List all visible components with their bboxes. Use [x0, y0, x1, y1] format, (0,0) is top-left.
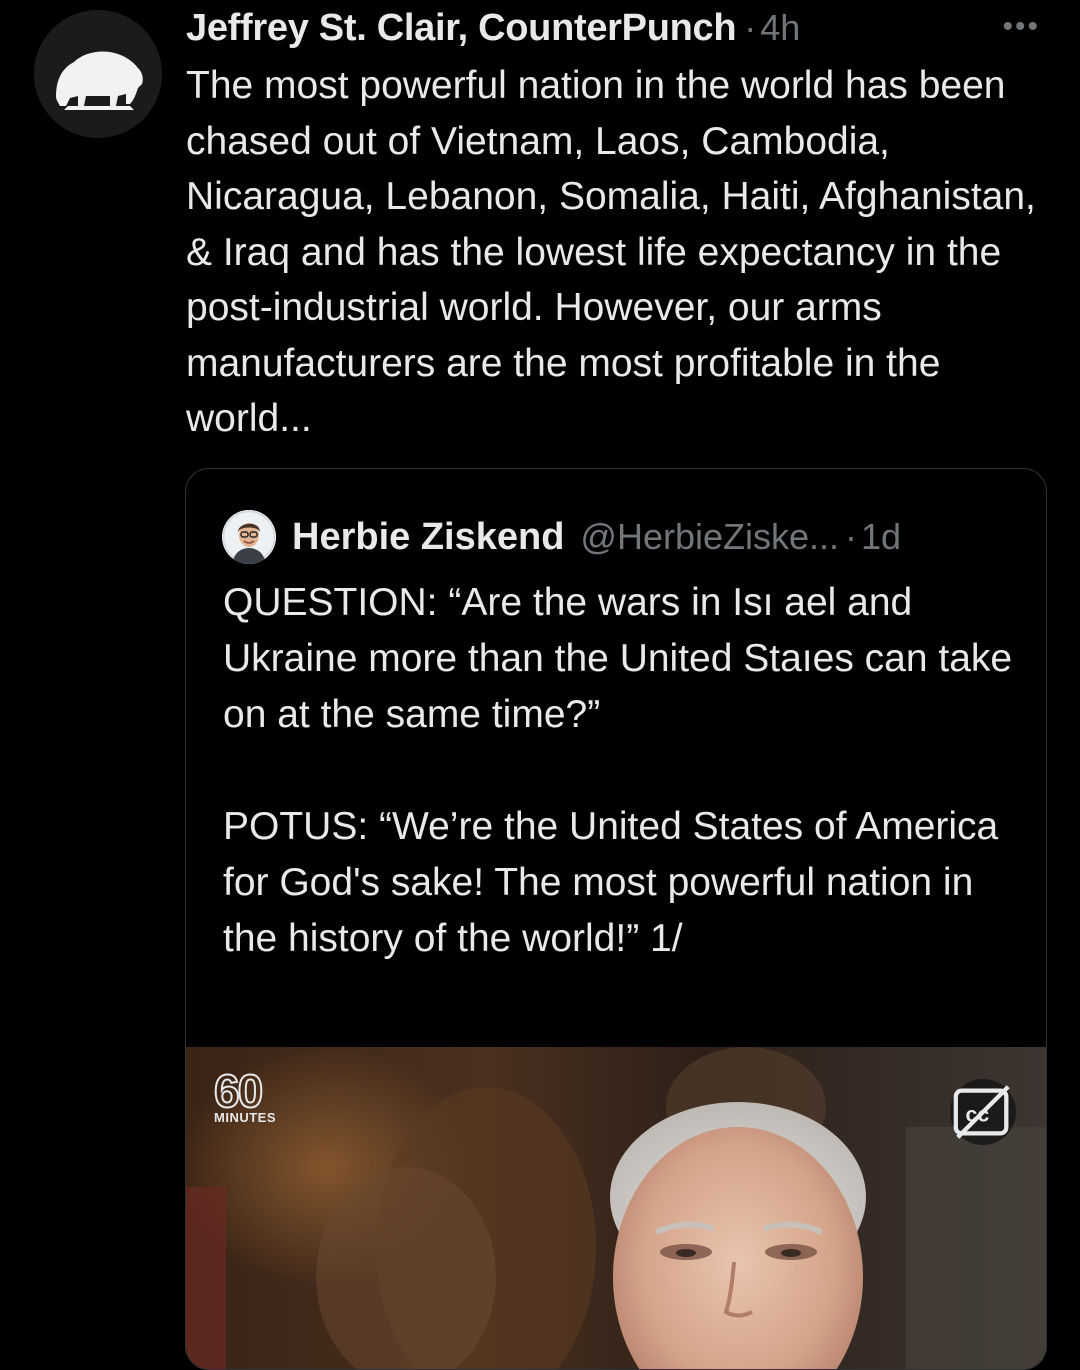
quoted-paragraph-question: QUESTION: “Are the wars in Isı ael and U…	[223, 581, 1013, 736]
quoted-tweet-card[interactable]: Herbie Ziskend @HerbieZiske... · 1d QUES…	[185, 468, 1047, 1370]
more-options-button[interactable]: •••	[1002, 12, 1040, 42]
video-media[interactable]: 60 MINUTES cc	[186, 1047, 1046, 1369]
closed-captions-off-icon: cc	[953, 1085, 1010, 1139]
sixty-minutes-logo: 60 MINUTES	[213, 1065, 276, 1125]
more-horizontal-icon: •••	[1002, 10, 1040, 43]
quoted-author-name[interactable]: Herbie Ziskend	[292, 516, 564, 559]
video-thumbnail	[186, 1047, 1046, 1369]
logo-text: MINUTES	[214, 1110, 276, 1125]
author-avatar[interactable]	[34, 10, 162, 138]
quoted-header-separator: ·	[845, 516, 858, 557]
quoted-author-avatar[interactable]	[222, 510, 276, 564]
tweet-timestamp[interactable]: 4h	[760, 7, 800, 49]
author-name[interactable]: Jeffrey St. Clair, CounterPunch	[186, 7, 737, 50]
person-avatar-icon	[222, 510, 276, 564]
header-separator: ·	[744, 7, 757, 48]
quoted-paragraph-potus: POTUS: “We’re the United States of Ameri…	[223, 805, 999, 960]
bison-logo-icon	[34, 10, 162, 138]
quoted-tweet-timestamp[interactable]: 1d	[861, 516, 901, 558]
quoted-tweet-header: Herbie Ziskend @HerbieZiske... · 1d	[222, 509, 901, 565]
captions-toggle-button[interactable]: cc	[950, 1079, 1016, 1145]
quoted-tweet-text: QUESTION: “Are the wars in Isı ael and U…	[223, 575, 1023, 967]
tweet-header: Jeffrey St. Clair, CounterPunch · 4h	[186, 4, 1060, 52]
tweet-text: The most powerful nation in the world ha…	[186, 64, 1036, 440]
quoted-author-handle[interactable]: @HerbieZiske...	[580, 516, 839, 558]
logo-number: 60	[213, 1065, 264, 1117]
